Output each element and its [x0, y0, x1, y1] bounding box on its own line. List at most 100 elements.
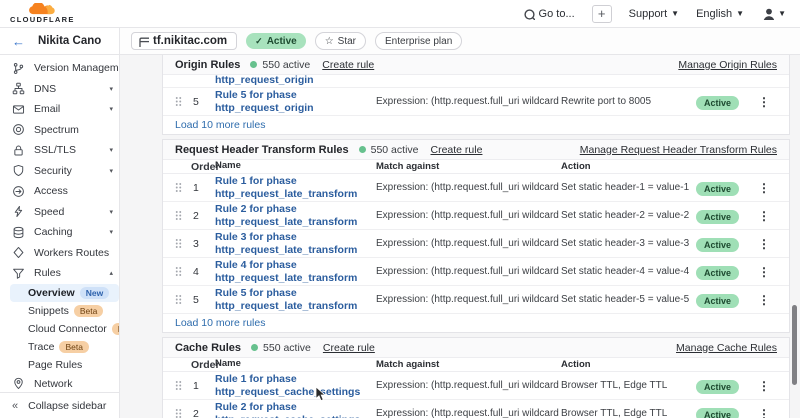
rule-name-link[interactable]: Rule 5 for phase http_request_late_trans…	[215, 287, 376, 312]
create-rule-link[interactable]: Create rule	[431, 144, 483, 156]
sidebar-item-version-management[interactable]: Version Management	[0, 58, 119, 79]
chevron-down-icon: ▾	[109, 105, 113, 113]
sidebar-item-workers-routes[interactable]: Workers Routes	[0, 243, 119, 264]
chevron-up-icon: ▴	[109, 269, 113, 277]
section-request-header-transform-rules: Request Header Transform Rules 550 activ…	[162, 139, 790, 333]
rule-status: Active	[696, 291, 740, 309]
rule-row: 2 Rule 2 for phase http_request_cache_se…	[163, 400, 789, 418]
rule-name-link[interactable]: Rule 3 for phase http_request_late_trans…	[215, 231, 376, 256]
sidebar-item-spectrum[interactable]: Spectrum	[0, 120, 119, 141]
add-site-button[interactable]: +	[592, 5, 612, 23]
kebab-menu-icon[interactable]: ⋮	[758, 95, 770, 109]
table-header-row: Order Name Match against Action	[163, 358, 789, 372]
manage-rules-link[interactable]: Manage Cache Rules	[676, 342, 777, 354]
dns-icon	[12, 82, 25, 95]
drag-handle-icon[interactable]	[175, 238, 185, 249]
collapse-icon: «	[12, 400, 18, 412]
domain-name: tf.nikitac.com	[153, 35, 227, 47]
language-menu[interactable]: English ▼	[696, 8, 744, 20]
global-search[interactable]: Go to...	[523, 8, 575, 20]
rule-expression: Expression: (http.request.full_uri wildc…	[376, 238, 561, 249]
sidebar-item-ssl-tls[interactable]: SSL/TLS ▾	[0, 140, 119, 161]
sidebar-item-overview[interactable]: Overview New	[10, 284, 119, 302]
rule-name-link[interactable]: Rule 5 for phase http_request_origin	[215, 89, 376, 114]
rule-status: Active	[696, 179, 740, 197]
cloudflare-logo-text: CLOUDFLARE	[10, 16, 75, 24]
chevron-down-icon: ▾	[109, 167, 113, 175]
rule-expression: Expression: (http.request.full_uri wildc…	[376, 408, 561, 418]
sidebar-item-trace[interactable]: Trace Beta	[0, 338, 119, 356]
create-rule-link[interactable]: Create rule	[322, 59, 374, 71]
support-menu[interactable]: Support ▼	[629, 8, 679, 20]
load-more-link[interactable]: Load 10 more rules	[163, 116, 789, 134]
rule-status: Active	[696, 235, 740, 253]
back-arrow-icon[interactable]: ←	[12, 34, 25, 49]
manage-rules-link[interactable]: Manage Request Header Transform Rules	[580, 144, 777, 156]
rule-name-link[interactable]: Rule 2 for phase http_request_cache_sett…	[215, 401, 376, 418]
kebab-menu-icon[interactable]: ⋮	[758, 379, 770, 393]
create-rule-link[interactable]: Create rule	[323, 342, 375, 354]
sidebar: Version Management DNS ▾ Email ▾ Spectru…	[0, 55, 120, 418]
clipped-rule-name[interactable]: http_request_origin	[215, 75, 314, 86]
sidebar-item-caching[interactable]: Caching ▾	[0, 222, 119, 243]
sidebar-item-rules[interactable]: Rules ▴	[0, 263, 119, 284]
drag-handle-icon[interactable]	[175, 380, 185, 391]
section-header: Cache Rules 550 active Create rule Manag…	[163, 338, 789, 358]
sidebar-item-email[interactable]: Email ▾	[0, 99, 119, 120]
sidebar-item-security[interactable]: Security ▾	[0, 161, 119, 182]
manage-rules-link[interactable]: Manage Origin Rules	[678, 59, 777, 71]
sidebar-item-snippets[interactable]: Snippets Beta	[0, 302, 119, 320]
rule-name-link[interactable]: Rule 2 for phase http_request_late_trans…	[215, 203, 376, 228]
rule-row: 2 Rule 2 for phase http_request_late_tra…	[163, 202, 789, 230]
account-menu[interactable]: ▼	[761, 7, 786, 20]
chevron-down-icon: ▾	[109, 146, 113, 154]
vertical-scrollbar[interactable]	[792, 305, 797, 385]
beta-badge: Beta	[112, 323, 119, 335]
column-header-name: Name	[215, 160, 376, 173]
sidebar-item-speed[interactable]: Speed ▾	[0, 202, 119, 223]
top-header: CLOUDFLARE Go to... + Support ▼ English …	[0, 0, 800, 28]
chevron-down-icon: ▼	[671, 9, 679, 18]
sidebar-item-dns[interactable]: DNS ▾	[0, 79, 119, 100]
drag-handle-icon[interactable]	[175, 210, 185, 221]
column-header-order: Order	[185, 161, 215, 173]
access-icon	[12, 185, 25, 198]
rule-name-link[interactable]: Rule 1 for phase http_request_late_trans…	[215, 175, 376, 200]
sidebar-item-access[interactable]: Access	[0, 181, 119, 202]
rule-order: 2	[185, 210, 215, 222]
sidebar-item-cloud-connector[interactable]: Cloud Connector Beta	[0, 320, 119, 338]
kebab-menu-icon[interactable]: ⋮	[758, 209, 770, 223]
load-more-link[interactable]: Load 10 more rules	[163, 314, 789, 332]
network-icon	[12, 377, 25, 390]
status-badge: Active	[696, 380, 739, 394]
collapse-sidebar-button[interactable]: « Collapse sidebar	[0, 392, 119, 418]
sidebar-item-page-rules[interactable]: Page Rules	[0, 356, 119, 374]
rule-row: 1 Rule 1 for phase http_request_late_tra…	[163, 174, 789, 202]
drag-handle-icon[interactable]	[175, 182, 185, 193]
kebab-menu-icon[interactable]: ⋮	[758, 265, 770, 279]
bolt-icon	[12, 205, 25, 218]
rule-action: Set static header-5 = value-5	[561, 294, 696, 305]
database-icon	[12, 226, 25, 239]
rule-name-link[interactable]: Rule 4 for phase http_request_late_trans…	[215, 259, 376, 284]
site-icon	[138, 36, 149, 47]
kebab-menu-icon[interactable]: ⋮	[758, 293, 770, 307]
workers-icon	[12, 246, 25, 259]
drag-handle-icon[interactable]	[175, 294, 185, 305]
star-button[interactable]: ☆ Star	[315, 32, 366, 50]
rules-rows: 1 Rule 1 for phase http_request_late_tra…	[163, 174, 789, 314]
drag-handle-icon[interactable]	[175, 408, 185, 418]
active-count: 550 active	[371, 144, 419, 156]
kebab-menu-icon[interactable]: ⋮	[758, 237, 770, 251]
kebab-menu-icon[interactable]: ⋮	[758, 407, 770, 418]
drag-handle-icon[interactable]	[175, 96, 185, 107]
kebab-menu-icon[interactable]: ⋮	[758, 181, 770, 195]
sidebar-item-network[interactable]: Network	[0, 374, 119, 393]
rule-name-link[interactable]: Rule 1 for phase http_request_cache_sett…	[215, 373, 376, 398]
rules-rows: 1 Rule 1 for phase http_request_cache_se…	[163, 372, 789, 418]
drag-handle-icon[interactable]	[175, 266, 185, 277]
rule-order: 5	[185, 96, 215, 108]
email-icon	[12, 103, 25, 116]
domain-selector[interactable]: tf.nikitac.com	[131, 32, 237, 50]
rule-row: 1 Rule 1 for phase http_request_cache_se…	[163, 372, 789, 400]
